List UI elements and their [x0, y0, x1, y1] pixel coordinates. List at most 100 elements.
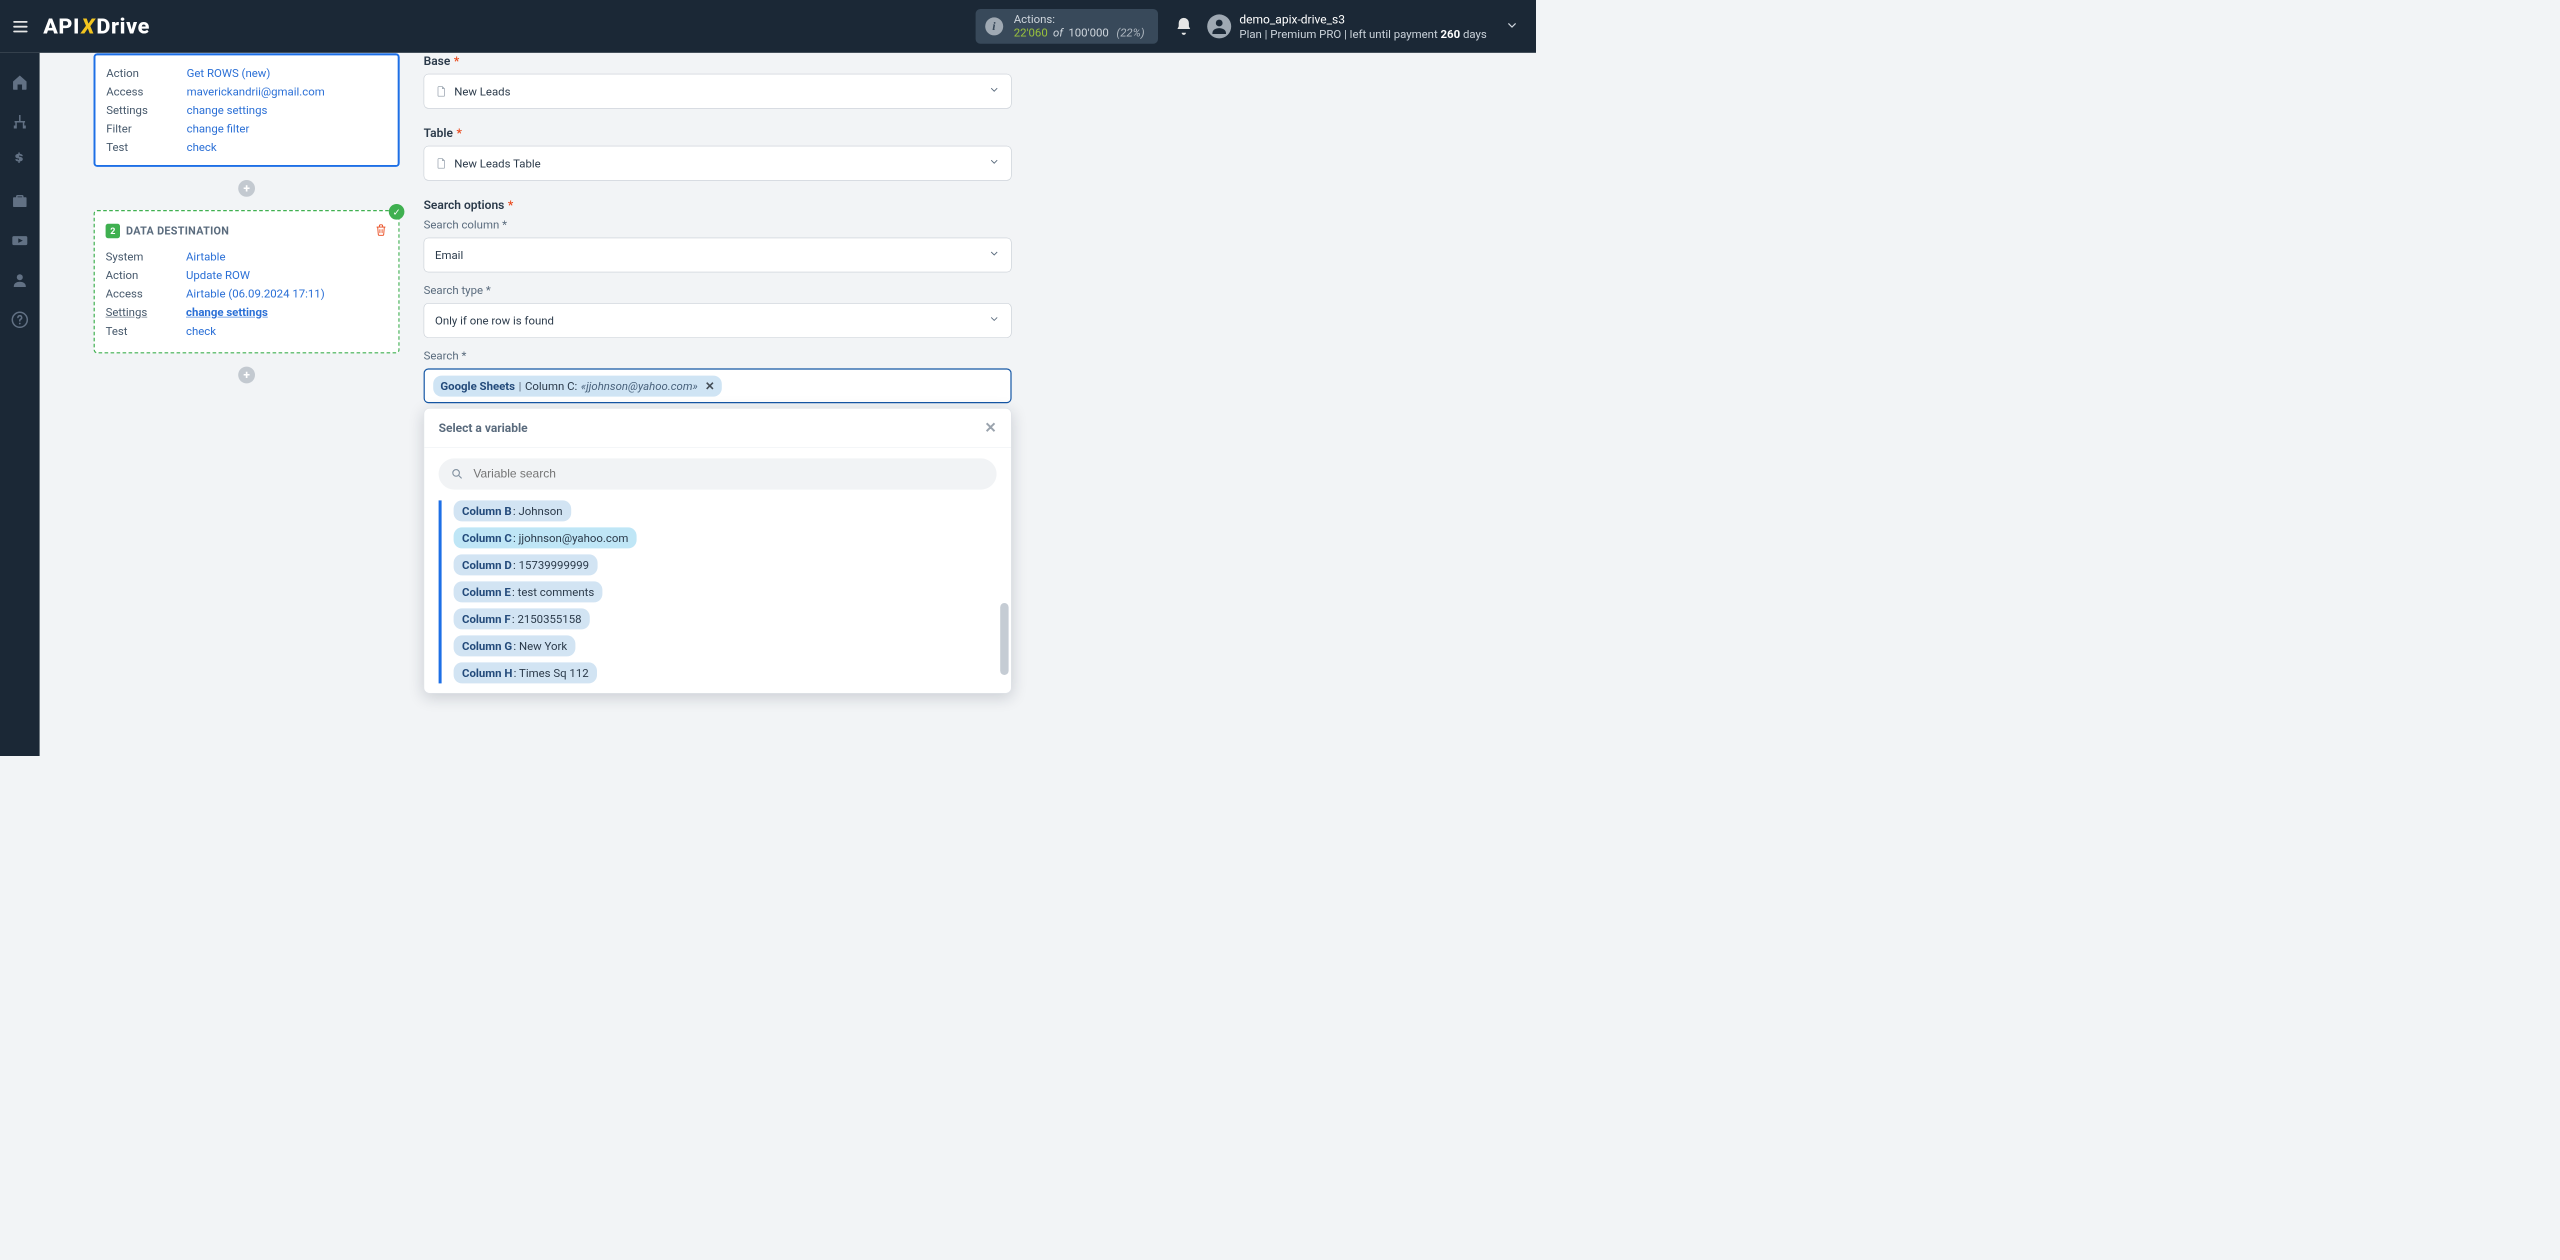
check-icon: ✓	[389, 204, 405, 220]
actions-pct: (22%)	[1116, 26, 1144, 40]
hamburger-icon	[13, 26, 27, 28]
dest-system-k: System	[106, 250, 172, 264]
search-label: Search *	[424, 349, 1012, 363]
variable-chip[interactable]: Column C: jjohnson@yahoo.com	[454, 527, 637, 548]
rail-briefcase[interactable]	[0, 181, 40, 221]
dropdown-scrollbar[interactable]	[1000, 509, 1008, 675]
close-icon[interactable]: ✕	[985, 419, 997, 436]
step-badge: 2	[106, 224, 120, 238]
token-remove[interactable]: ✕	[705, 379, 715, 393]
actions-label: Actions:	[1014, 13, 1145, 27]
table-label: Table*	[424, 125, 1012, 139]
rail-connections[interactable]	[0, 102, 40, 142]
dest-action-link[interactable]: Update ROW	[186, 268, 250, 282]
dest-access-link[interactable]: Airtable (06.09.2024 17:11)	[186, 287, 325, 301]
variable-chip[interactable]: Column B: Johnson	[454, 500, 571, 521]
search-token[interactable]: Google Sheets | Column C: «jjohnson@yaho…	[433, 375, 722, 396]
notifications-button[interactable]	[1173, 16, 1193, 36]
base-label: Base*	[424, 53, 1012, 67]
rail-billing[interactable]	[0, 142, 40, 182]
search-column-select[interactable]: Email	[424, 238, 1012, 273]
search-type-select[interactable]: Only if one row is found	[424, 303, 1012, 338]
chevron-down-icon	[988, 313, 1000, 328]
table-value: New Leads Table	[454, 156, 540, 170]
chevron-down-icon	[988, 248, 1000, 263]
rail-help[interactable]	[0, 300, 40, 340]
actions-used: 22'060	[1014, 26, 1048, 40]
variable-chip-col: Column B	[462, 504, 512, 518]
search-type-value: Only if one row is found	[435, 314, 554, 328]
avatar[interactable]	[1207, 14, 1231, 38]
info-icon: i	[985, 17, 1003, 35]
nav-rail	[0, 53, 40, 756]
actions-numbers: 22'060 of 100'000 (22%)	[1014, 26, 1145, 40]
variable-chip-val: : jjohnson@yahoo.com	[513, 531, 628, 545]
dest-test-k: Test	[106, 324, 172, 338]
rail-youtube[interactable]	[0, 221, 40, 261]
src-action-link[interactable]: Get ROWS (new)	[187, 66, 271, 80]
variable-chip[interactable]: Column H: Times Sq 112	[454, 662, 597, 683]
plus-icon: +	[238, 367, 255, 384]
base-select[interactable]: New Leads	[424, 74, 1012, 109]
src-filter-k: Filter	[106, 122, 172, 136]
dest-access-k: Access	[106, 287, 172, 301]
dest-test-link[interactable]: check	[186, 324, 216, 338]
brand-logo[interactable]: API X Drive	[43, 14, 150, 39]
src-access-k: Access	[106, 85, 172, 99]
variable-list: Column B: JohnsonColumn C: jjohnson@yaho…	[454, 500, 999, 683]
variable-chip-val: : Johnson	[513, 504, 563, 518]
variable-search[interactable]	[439, 458, 997, 489]
src-settings-link[interactable]: change settings	[187, 103, 268, 117]
document-icon	[435, 157, 447, 169]
variable-chip[interactable]: Column E: test comments	[454, 581, 603, 602]
variable-chip-val: : 15739999999	[513, 558, 589, 572]
scroll-thumb[interactable]	[1000, 603, 1008, 675]
rail-home[interactable]	[0, 62, 40, 102]
dest-system-link[interactable]: Airtable	[186, 250, 226, 264]
dest-settings-link[interactable]: change settings	[186, 305, 268, 319]
variable-chip-col: Column H	[462, 666, 512, 680]
destination-card: ✓ 2 DATA DESTINATION SystemAirtable Acti…	[94, 210, 400, 353]
dest-settings-k: Settings	[106, 305, 172, 319]
app-header: API X Drive i Actions: 22'060 of 100'000…	[0, 0, 1536, 53]
variable-chip[interactable]: Column F: 2150355158	[454, 608, 590, 629]
src-test-link[interactable]: check	[187, 140, 217, 154]
actions-counter[interactable]: i Actions: 22'060 of 100'000 (22%)	[975, 9, 1157, 44]
variable-chip-col: Column G	[462, 639, 512, 653]
source-card: ActionGet ROWS (new) Accessmaverickandri…	[94, 53, 400, 166]
token-sep: |	[519, 379, 522, 393]
rail-account[interactable]	[0, 260, 40, 300]
variable-chip[interactable]: Column D: 15739999999	[454, 554, 598, 575]
variable-chip-col: Column E	[462, 585, 511, 599]
variable-dropdown: Select a variable ✕ Column B: JohnsonCol…	[424, 408, 1012, 694]
add-step-top[interactable]: +	[94, 180, 400, 197]
dropdown-title: Select a variable	[439, 421, 528, 435]
add-step-bottom[interactable]: +	[94, 367, 400, 384]
menu-button[interactable]	[8, 14, 32, 38]
src-filter-link[interactable]: change filter	[187, 122, 250, 136]
search-icon	[451, 467, 464, 480]
chevron-down-icon	[988, 84, 1000, 99]
token-source: Google Sheets	[440, 379, 515, 393]
variable-chip-val: : test comments	[512, 585, 594, 599]
variable-chip[interactable]: Column G: New York	[454, 635, 576, 656]
logo-x: X	[80, 14, 96, 39]
src-access-link[interactable]: maverickandrii@gmail.com	[187, 85, 325, 99]
user-menu[interactable]: demo_apix-drive_s3 Plan | Premium PRO | …	[1239, 11, 1486, 41]
src-test-k: Test	[106, 140, 172, 154]
variable-chip-val: : 2150355158	[512, 612, 582, 626]
variable-chip-col: Column F	[462, 612, 511, 626]
token-column: Column C:	[525, 379, 577, 393]
chevron-down-icon	[988, 156, 1000, 171]
delete-destination-button[interactable]	[374, 223, 387, 239]
variable-search-input[interactable]	[472, 467, 984, 482]
user-plan: Plan | Premium PRO | left until payment …	[1239, 27, 1486, 42]
chevron-down-icon[interactable]	[1487, 18, 1519, 35]
search-options-label: Search options*	[424, 197, 1012, 211]
variable-chip-col: Column C	[462, 531, 512, 545]
table-select[interactable]: New Leads Table	[424, 146, 1012, 181]
dest-title: DATA DESTINATION	[126, 225, 229, 238]
search-input[interactable]: Google Sheets | Column C: «jjohnson@yaho…	[424, 368, 1012, 403]
logo-drive: Drive	[96, 14, 150, 39]
search-column-label: Search column *	[424, 218, 1012, 232]
